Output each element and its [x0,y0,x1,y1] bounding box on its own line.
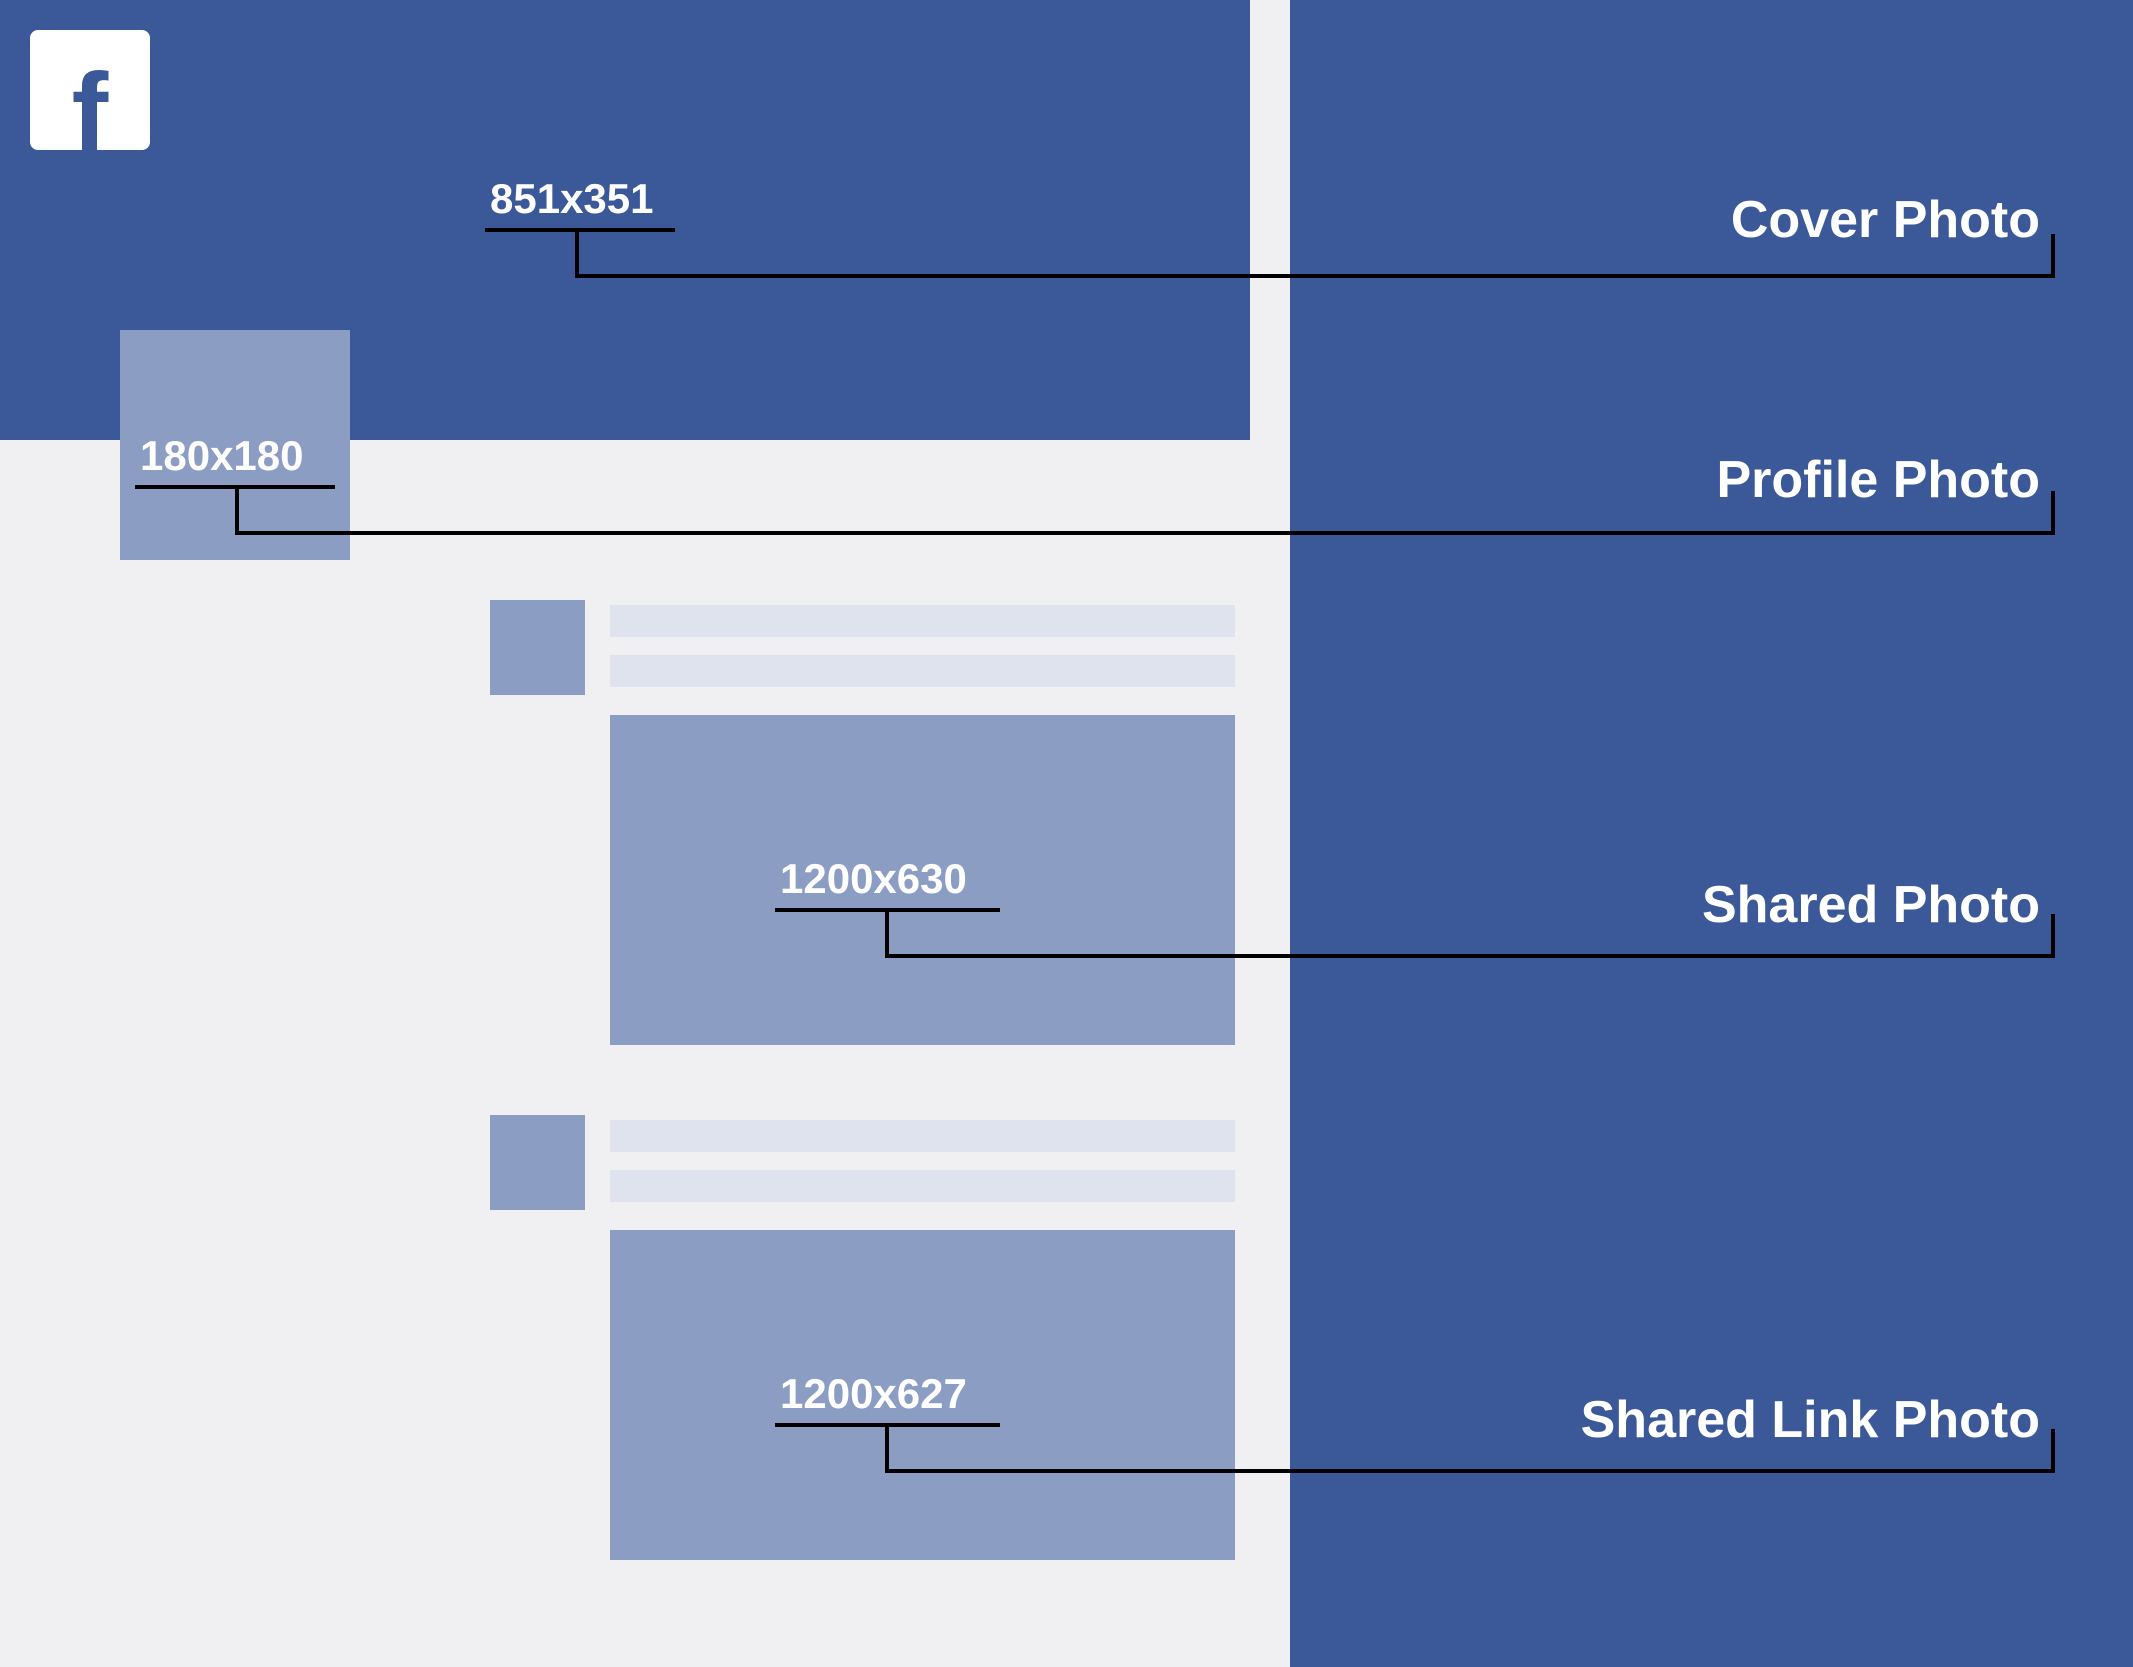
shared-photo-connector-vertical [885,908,889,958]
cover-connector-horizontal [575,274,2055,278]
shared-photo-label: Shared Photo [1702,875,2040,935]
cover-label: Cover Photo [1731,190,2040,250]
profile-connector-horizontal [235,531,2055,535]
shared-photo-connector-tick [2051,914,2055,958]
shared-link-connector-tick [2051,1429,2055,1473]
shared-link-label: Shared Link Photo [1581,1390,2040,1450]
shared-photo-dimension-text: 1200x630 [780,855,967,903]
facebook-logo-badge: f [30,30,150,150]
profile-dimension-text: 180x180 [140,432,304,480]
cover-dimension-text: 851x351 [490,175,654,223]
post2-textline-2 [610,1170,1235,1202]
cover-connector-tick [2051,234,2055,278]
shared-link-connector-horizontal [885,1469,2055,1473]
shared-photo-connector-horizontal [885,954,2055,958]
cover-dimension-underline [485,228,675,232]
shared-link-dimension-text: 1200x627 [780,1370,967,1418]
profile-connector-vertical [235,485,239,535]
cover-connector-vertical [575,228,579,278]
profile-label: Profile Photo [1716,450,2040,510]
shared-link-connector-vertical [885,1423,889,1473]
post2-avatar [490,1115,585,1210]
profile-connector-tick [2051,491,2055,535]
post2-textline-1 [610,1120,1235,1152]
facebook-f-glyph: f [72,58,109,168]
post1-textline-1 [610,605,1235,637]
post1-textline-2 [610,655,1235,687]
post1-avatar [490,600,585,695]
